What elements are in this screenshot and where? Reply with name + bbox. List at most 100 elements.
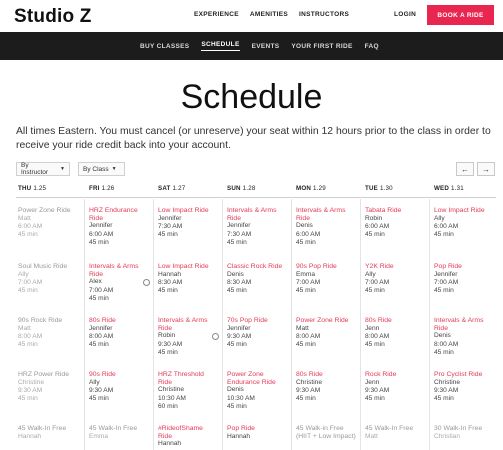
class-time: 9:30 AM [365,387,390,394]
class-slot[interactable]: Intervals & Arms Ride Denis 8:00 AM 45 min [434,317,494,357]
top-nav: EXPERIENCE AMENITIES INSTRUCTORS [194,11,349,18]
class-duration: 45 min [296,341,316,349]
class-instructor: Christine [296,378,323,386]
class-name: Y2K Ride [365,263,394,270]
class-slot[interactable]: Power Zone Ride Matt 8:00 AM 45 min [296,317,356,350]
subnav-your-first-ride[interactable]: YOUR FIRST RIDE [291,43,352,50]
day-label: MON [296,185,312,192]
class-slot[interactable]: Classic Rock Ride Denis 8:30 AM 45 min [227,263,287,296]
class-duration: 45 min [227,341,247,349]
class-slot[interactable]: Y2K Ride Ally 7:00 AM 45 min [365,263,425,296]
class-duration: 45 min [365,395,385,403]
by-class-dropdown[interactable]: By Class ▼ [78,162,125,176]
class-slot: 90s Rock Ride Matt 8:00 AM 45 min [18,317,78,350]
class-slot[interactable]: Power Zone Endurance Ride Denis 10:30 AM 45… [227,371,287,411]
by-instructor-dropdown[interactable]: By Instructor ▼ [16,162,70,176]
class-slot[interactable]: HRZ Threshold Ride Christine 10:30 AM 60 mi… [158,371,218,411]
class-instructor: Christine [18,378,45,386]
class-time: 6:00 AM [18,223,43,230]
class-slot[interactable]: 80s Ride Jennifer 8:00 AM 45 min [89,317,149,350]
class-name: Pop Ride [227,425,255,432]
day-header: MON 1.29 [296,185,326,197]
class-time: 8:30 AM [158,279,183,286]
nav-amenities[interactable]: AMENITIES [250,11,288,18]
class-name: HRZ Power Ride [18,371,69,378]
class-slot[interactable]: #RideofShame Ride Hannah [158,425,218,449]
subnav-faq[interactable]: FAQ [365,43,379,50]
schedule-grid: THU 1.25 FRI 1.26 SAT 1.27 SUN 1.28 MON 1.29 TUE 1.… [16,185,496,450]
day-date: 1.26 [101,185,115,192]
class-instructor: Ally [365,270,376,278]
class-duration: 45 min [227,287,247,295]
class-slot[interactable]: 80s Ride Jenn 8:00 AM 45 min [365,317,425,350]
class-duration: 45 min [18,395,38,403]
class-instructor: Hannah [158,440,182,448]
class-instructor: Matt [18,214,31,222]
class-slot[interactable]: Pro Cyclist Ride Christine 9:30 AM 45 min [434,371,494,404]
studio-logo[interactable]: Studio Z [14,6,92,28]
class-instructor: Robin [158,332,176,340]
nav-experience[interactable]: EXPERIENCE [194,11,239,18]
class-slot[interactable]: Intervals & Arms Ride Denis 6:00 AM 45 min [296,207,356,247]
class-name: Classic Rock Ride [227,263,283,270]
class-instructor: Jennifer [89,324,113,332]
class-instructor: Jennifer [227,324,251,332]
class-instructor: Denis [296,222,313,230]
class-duration: 45 min [89,395,109,403]
prev-week-button[interactable]: ← [456,162,474,176]
subnav-buy-classes[interactable]: BUY CLASSES [140,43,189,50]
class-instructor: Jennifer [158,214,182,222]
class-duration: 45 min [365,341,385,349]
class-slot[interactable]: Intervals & Arms Ride Jennifer 7:30 AM 45 m… [227,207,287,247]
class-name: Pro Cyclist Ride [434,371,483,378]
class-name: 70s Pop Ride [227,317,268,324]
next-week-button[interactable]: → [477,162,495,176]
subnav-events[interactable]: EVENTS [252,43,280,50]
class-slot[interactable]: Tabata Ride Robin 6:00 AM 45 min [365,207,425,240]
class-time: 9:30 AM [296,387,321,394]
class-slot[interactable]: Intervals & Arms Ride Alex 7:00 AM 45 min [89,263,150,303]
class-slot: 45 Walk-in Free (HIIT + Low Impact) [296,425,356,440]
class-slot[interactable]: Pop Ride Hannah [227,425,287,441]
class-time: 7:00 AM [296,279,321,286]
subnav-schedule[interactable]: SCHEDULE [201,41,240,51]
class-time: 10:30 AM [227,394,255,402]
header-divider [16,197,496,198]
class-slot[interactable]: Pop Ride Jennifer 7:00 AM 45 min [434,263,494,296]
day-date: 1.29 [313,185,326,192]
class-duration: 45 min [434,349,454,356]
book-a-ride-button[interactable]: BOOK A RIDE [427,5,494,25]
class-instructor: Jennifer [89,222,113,230]
class-slot[interactable]: 90s Ride Ally 9:30 AM 45 min [89,371,149,404]
class-slot[interactable]: Low Impact Ride Jennifer 7:30 AM 45 min [158,207,218,240]
class-name: Soul Music Ride [18,263,68,270]
class-slot[interactable]: 70s Pop Ride Jennifer 9:30 AM 45 min [227,317,287,350]
class-time: 6:00 AM [365,223,390,230]
class-duration: 45 min [18,341,38,349]
class-instructor: Matt [296,324,309,332]
class-duration: 45 min [434,231,454,239]
login-link[interactable]: LOGIN [394,11,416,18]
class-slot[interactable]: Rock Ride Jenn 9:30 AM 45 min [365,371,425,404]
class-name: 45 Walk-In Free [89,425,138,432]
day-date: 1.28 [242,185,256,192]
class-name: 90s Rock Ride [18,317,63,324]
class-time: 9:30 AM [227,333,252,340]
class-instructor: Matt [365,432,378,440]
class-instructor: Robin [365,214,383,222]
class-slot[interactable]: HRZ Endurance Ride Jennifer 6:00 AM 45 min [89,207,149,247]
class-slot[interactable]: Low Impact Ride Hannah 8:30 AM 45 min [158,263,218,296]
day-date: 1.27 [172,185,186,192]
day-header: WED 1.31 [434,185,464,197]
class-slot[interactable]: Intervals & Arms Ride Robin 9:30 AM 45 min [158,317,219,357]
nav-instructors[interactable]: INSTRUCTORS [299,11,349,18]
class-name: Power Zone Ride [18,207,71,214]
class-slot[interactable]: 80s Ride Christine 9:30 AM 45 min [296,371,356,404]
class-instructor: Christine [158,386,185,394]
day-label: TUE [365,185,378,192]
class-instructor: Jennifer [434,270,458,278]
class-slot: 45 Walk-In Free Emma [89,425,149,441]
class-slot[interactable]: 90s Pop Ride Emma 7:00 AM 45 min [296,263,356,296]
class-slot[interactable]: Low Impact Ride Ally 6:00 AM 45 min [434,207,494,240]
class-time: 9:30 AM [18,387,43,394]
